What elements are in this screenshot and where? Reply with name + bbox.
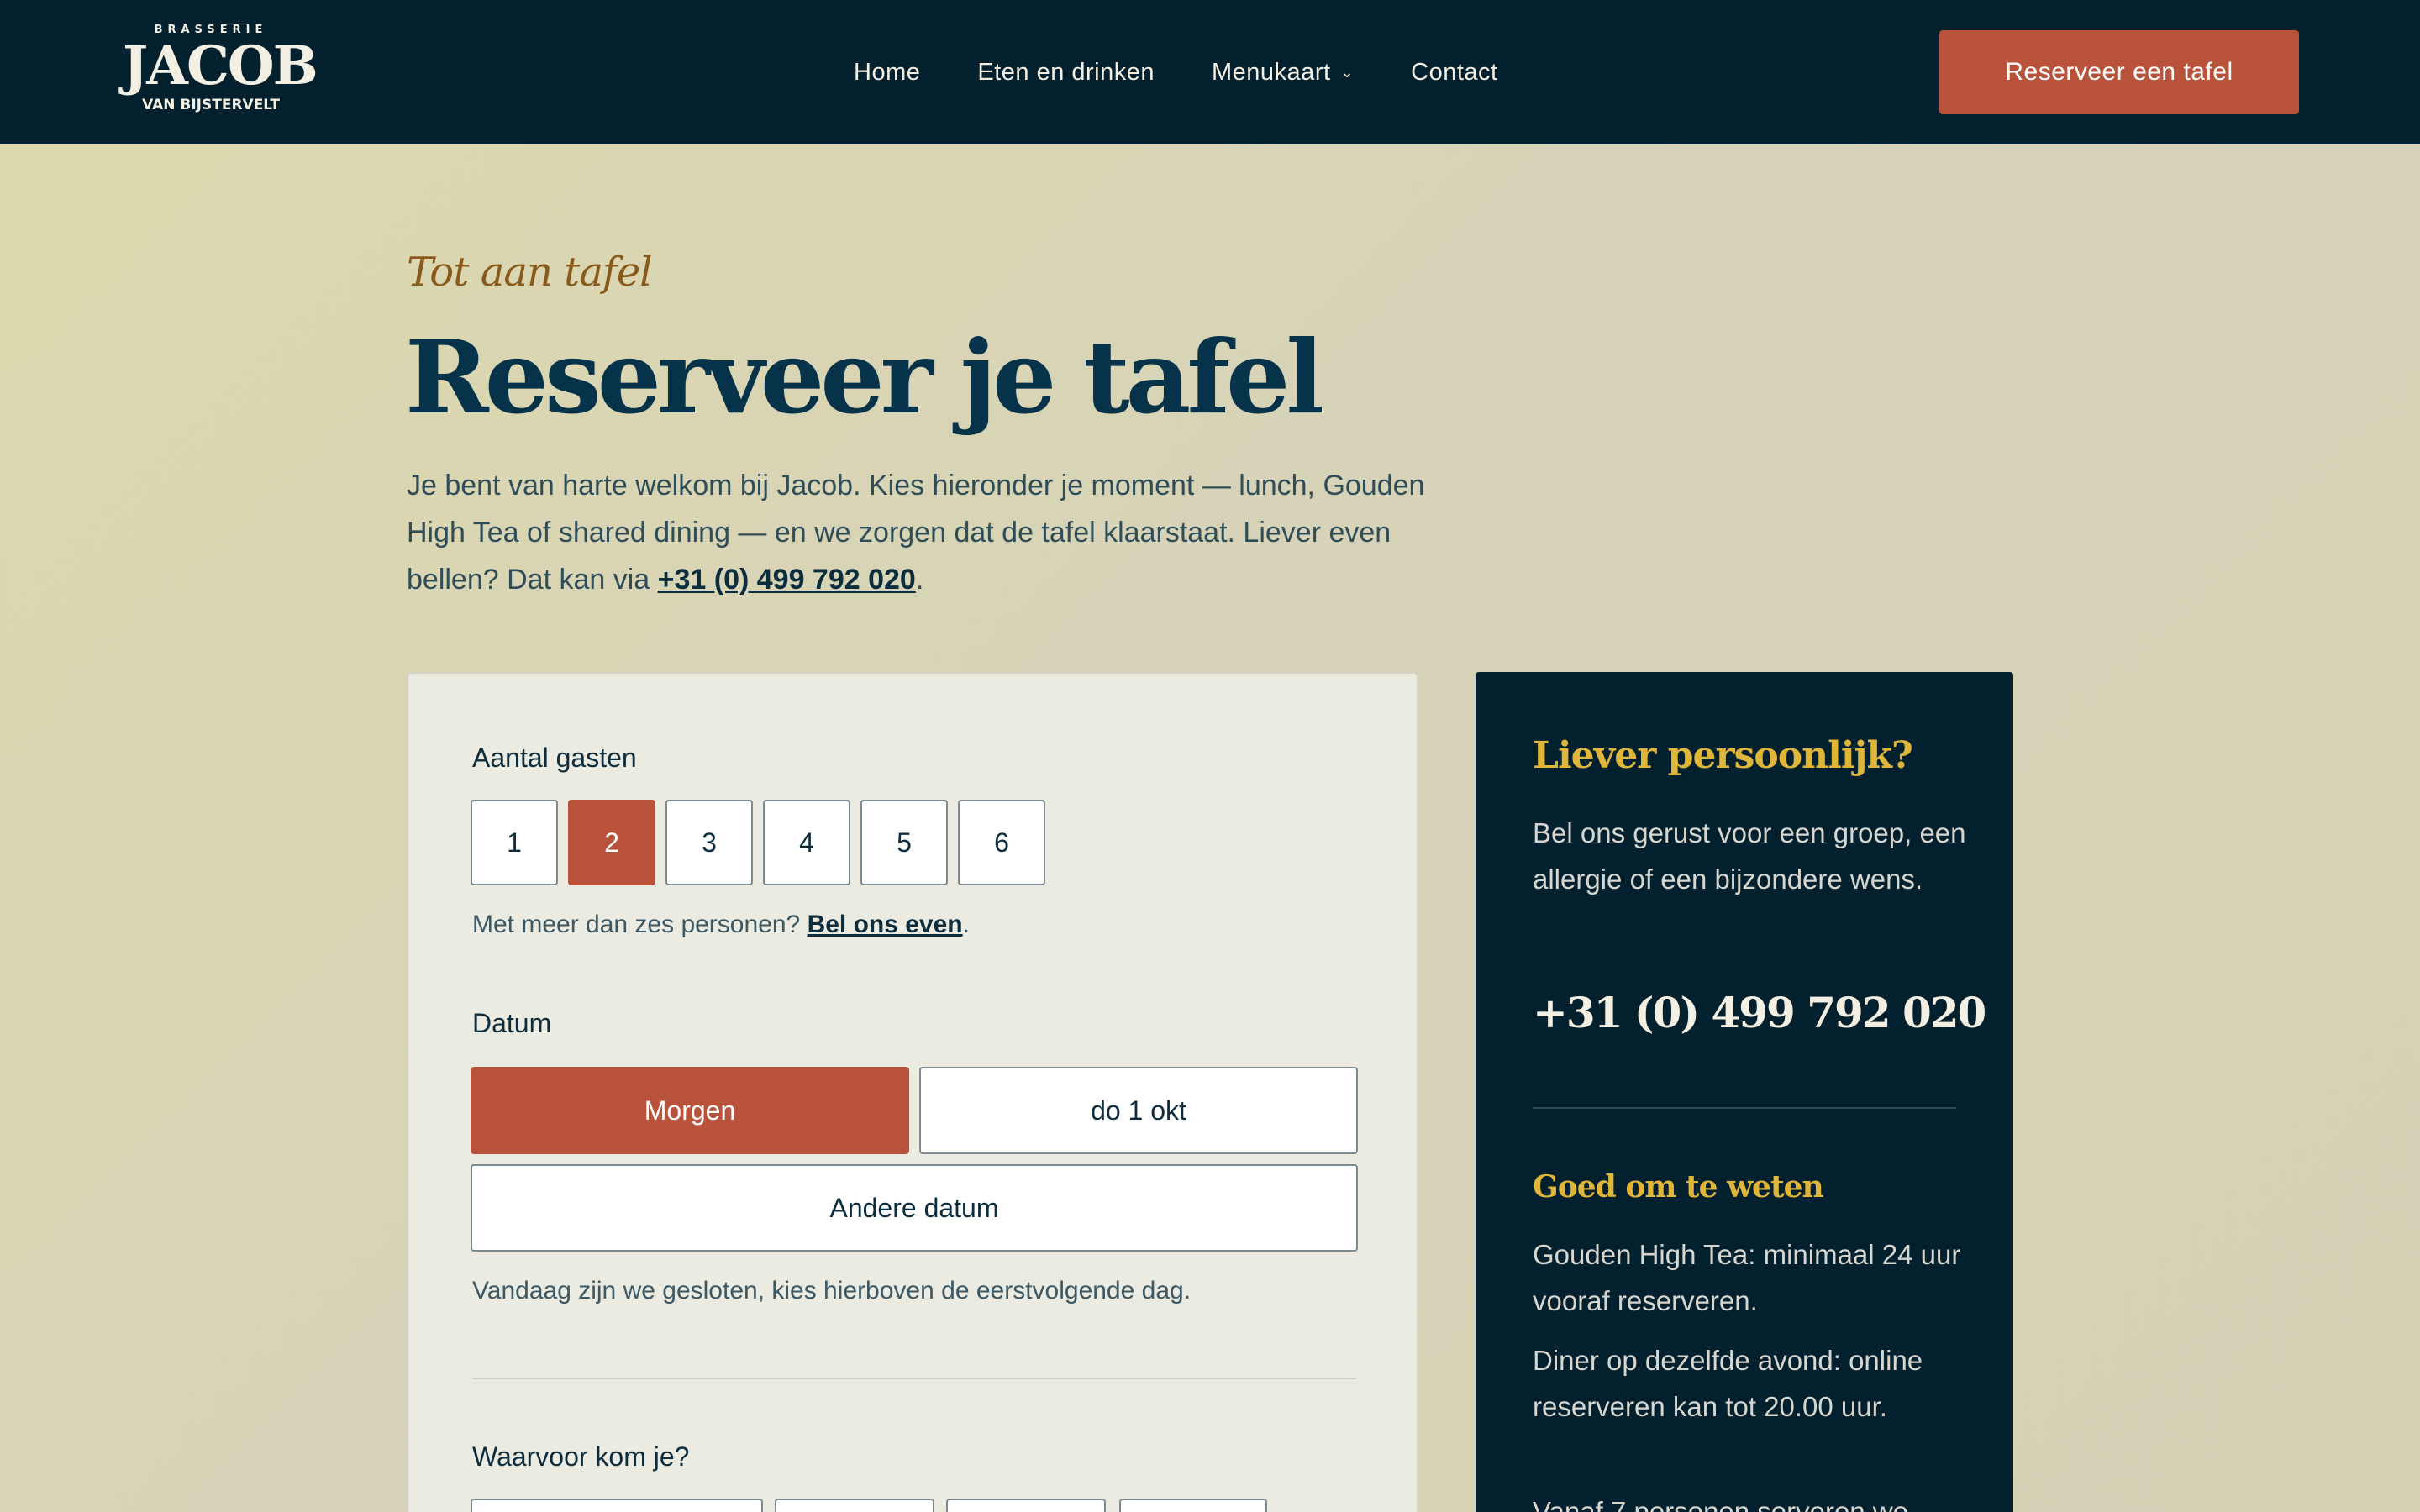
purpose-option-2[interactable] xyxy=(775,1499,934,1512)
reserve-table-button[interactable]: Reserveer een tafel xyxy=(1939,30,2299,114)
tip-groups: Vanaf 7 personen serveren we xyxy=(1533,1496,1908,1512)
date-option-other[interactable]: Andere datum xyxy=(471,1164,1358,1252)
guest-option-3[interactable]: 3 xyxy=(666,800,753,885)
logo-bottom: VAN BIJSTERVELT xyxy=(142,97,280,113)
sidebar-divider xyxy=(1533,1107,1956,1109)
guest-option-2[interactable]: 2 xyxy=(568,800,655,885)
guests-note-end: . xyxy=(962,911,970,938)
hero-phone-link[interactable]: +31 (0) 499 792 020 xyxy=(658,564,916,596)
guests-note: Met meer dan zes personen? Bel ons even. xyxy=(472,911,970,939)
nav-link-contact[interactable]: Contact xyxy=(1411,59,1497,87)
page-title: Reserveer je tafel xyxy=(405,318,1324,437)
guest-option-4[interactable]: 4 xyxy=(763,800,850,885)
personal-title: Liever persoonlijk? xyxy=(1533,734,1913,777)
guests-note-text: Met meer dan zes personen? xyxy=(472,911,808,938)
personal-text: Bel ons gerust voor een groep, een aller… xyxy=(1533,817,1966,895)
form-divider xyxy=(472,1378,1356,1379)
guest-count-selector: 1 2 3 4 5 6 xyxy=(471,800,1055,885)
good-to-know-title: Goed om te weten xyxy=(1533,1169,1824,1205)
date-label: Datum xyxy=(472,1008,552,1038)
guest-option-5[interactable]: 5 xyxy=(860,800,948,885)
sidebar-phone-link[interactable]: +31 (0) 499 792 020 xyxy=(1533,988,1986,1037)
top-navigation: BRASSERIE JACOB VAN BIJSTERVELT Home Ete… xyxy=(0,0,2420,144)
guest-option-1[interactable]: 1 xyxy=(471,800,558,885)
hero-intro-end: . xyxy=(915,564,924,596)
tip-dinner: Diner op dezelfde avond: online reserver… xyxy=(1533,1345,1923,1422)
guest-option-6[interactable]: 6 xyxy=(958,800,1045,885)
nav-link-eten-en-drinken[interactable]: Eten en drinken xyxy=(977,59,1155,87)
nav-link-menukaart-label: Menukaart xyxy=(1212,58,1331,86)
nav-link-menukaart[interactable]: Menukaart ⌄ xyxy=(1212,59,1354,87)
brand-logo[interactable]: BRASSERIE JACOB VAN BIJSTERVELT xyxy=(123,24,318,123)
nav-link-home[interactable]: Home xyxy=(854,59,920,87)
hero-eyebrow: Tot aan tafel xyxy=(407,249,653,296)
logo-main: JACOB xyxy=(123,34,318,97)
purpose-label: Waarvoor kom je? xyxy=(472,1441,690,1472)
guests-label: Aantal gasten xyxy=(472,743,637,773)
date-option-next[interactable]: do 1 okt xyxy=(919,1067,1358,1154)
hero-intro: Je bent van harte welkom bij Jacob. Kies… xyxy=(407,462,1465,603)
purpose-option-3[interactable] xyxy=(946,1499,1106,1512)
chevron-down-icon: ⌄ xyxy=(1340,63,1355,81)
info-sidebar: Liever persoonlijk? Bel ons gerust voor … xyxy=(1476,672,2013,1512)
tip-high-tea: Gouden High Tea: minimaal 24 uur vooraf … xyxy=(1533,1239,1961,1316)
call-us-link[interactable]: Bel ons even xyxy=(808,911,963,938)
date-option-tomorrow[interactable]: Morgen xyxy=(471,1067,909,1154)
purpose-option-1[interactable] xyxy=(471,1499,763,1512)
purpose-option-4[interactable] xyxy=(1119,1499,1267,1512)
date-note: Vandaag zijn we gesloten, kies hierboven… xyxy=(472,1277,1192,1305)
nav-links: Home Eten en drinken Menukaart ⌄ Contact xyxy=(854,0,1555,144)
reservation-form: Aantal gasten 1 2 3 4 5 6 Met meer dan z… xyxy=(407,672,1418,1512)
